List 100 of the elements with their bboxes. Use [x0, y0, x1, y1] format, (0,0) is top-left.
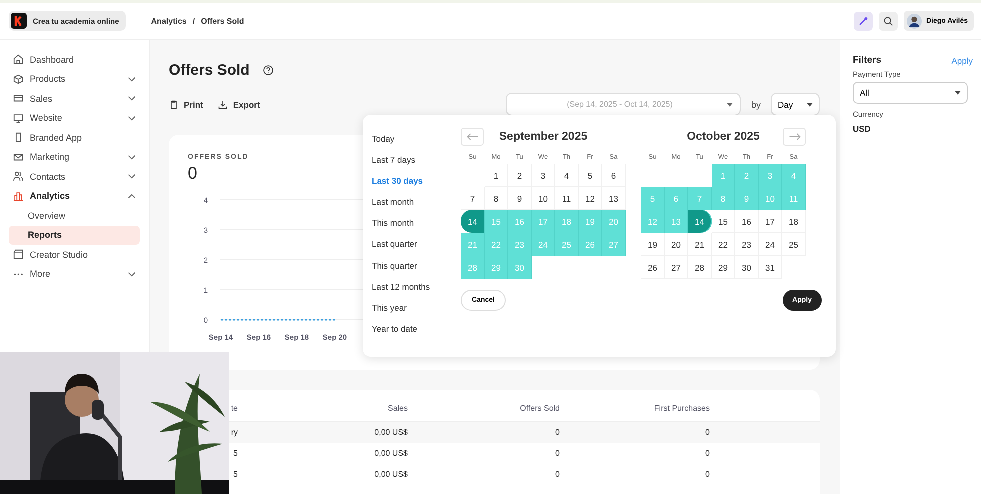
calendar-day[interactable]: 9	[508, 187, 532, 210]
calendar-day[interactable]: 11	[555, 187, 578, 210]
table-cell-text: 0	[554, 470, 560, 479]
payment-type-select[interactable]: All	[853, 82, 968, 104]
home-icon	[13, 54, 24, 66]
page-title: Offers Sold	[169, 62, 250, 78]
filters-title: Filters	[853, 55, 882, 66]
preset-option[interactable]: Last 30 days	[372, 176, 461, 198]
arrow-left-icon	[466, 133, 478, 141]
calendar-day[interactable]: 10	[532, 187, 555, 210]
sidebar-item[interactable]: Sales	[9, 89, 140, 108]
calendar-day[interactable]: 21	[688, 233, 712, 256]
calendar-day[interactable]: 31	[758, 256, 782, 279]
sidebar-item[interactable]: Analytics	[9, 186, 140, 206]
calendar-day[interactable]: 4	[555, 164, 578, 187]
chevron-down-icon	[128, 272, 136, 277]
calendar-day[interactable]: 24	[758, 233, 782, 256]
download-icon	[218, 100, 228, 110]
calendar-day[interactable]: 12	[578, 187, 602, 210]
preset-option[interactable]: This month	[372, 218, 461, 240]
preset-option[interactable]: Last 7 days	[372, 155, 461, 176]
calendar-day[interactable]: 26	[641, 256, 664, 279]
breadcrumb-link[interactable]: Analytics	[151, 16, 187, 26]
calendar-day[interactable]: 14	[688, 210, 712, 233]
calendar-day[interactable]: 8	[484, 187, 508, 210]
calendar-day[interactable]: 13	[602, 187, 626, 210]
phone-icon	[13, 132, 24, 144]
clapper-icon	[13, 249, 24, 260]
sidebar-item[interactable]: Marketing	[9, 148, 140, 167]
chevron-down-icon	[128, 116, 136, 121]
calendar-day[interactable]: 20	[664, 233, 688, 256]
calendar-day[interactable]: 2	[508, 164, 532, 187]
breadcrumb-separator: /	[192, 16, 196, 26]
table-cell-text: ry	[230, 428, 239, 437]
preset-option[interactable]: Last quarter	[372, 239, 461, 261]
preset-option[interactable]: Year to date	[372, 324, 461, 345]
table-cell-text: 0	[704, 470, 710, 479]
calendar-day[interactable]: 15	[712, 210, 735, 233]
calendar-day[interactable]: 14	[461, 210, 484, 233]
calendar-day[interactable]: 19	[641, 233, 664, 256]
card-icon	[13, 93, 24, 104]
column-header: First Purchases	[653, 404, 710, 413]
print-button[interactable]: Print	[169, 100, 204, 110]
chevron-down-icon	[128, 76, 136, 82]
calendar-day[interactable]: 27	[664, 256, 688, 279]
calendar-day[interactable]: 7	[461, 187, 484, 210]
calendar-day[interactable]: 28	[688, 256, 712, 279]
sidebar-subitem[interactable]: Reports	[9, 226, 140, 245]
calendar-day[interactable]: 29	[712, 256, 735, 279]
month-title: October 2025	[687, 131, 760, 143]
calendar-day[interactable]: 1	[484, 164, 508, 187]
caret-icon	[727, 103, 734, 107]
chevron-up-icon	[128, 194, 136, 199]
calendar-day[interactable]: 3	[532, 164, 555, 187]
arrow-right-icon	[788, 133, 800, 141]
by-label: by	[751, 100, 761, 110]
calendar-day[interactable]: 5	[578, 164, 602, 187]
month-title: September 2025	[499, 131, 588, 143]
calendar-day[interactable]: 6	[602, 164, 626, 187]
wand-icon	[858, 16, 868, 26]
calendar-day[interactable]: 18	[782, 210, 806, 233]
search-button[interactable]	[878, 12, 898, 30]
sidebar-item[interactable]: Branded App	[9, 128, 140, 148]
sidebar-item[interactable]: More	[9, 264, 140, 284]
sidebar-item[interactable]: Products	[9, 70, 140, 89]
table-cell-text: 0	[704, 449, 710, 458]
preset-option[interactable]: This year	[372, 302, 461, 324]
date-range-field[interactable]: (Sep 14, 2025 - Oct 14, 2025)	[506, 93, 742, 116]
sidebar-item[interactable]: Creator Studio	[9, 245, 140, 264]
logo-icon	[11, 13, 27, 29]
sidebar-item[interactable]: Contacts	[9, 167, 140, 186]
table-cell-text: 5	[232, 470, 239, 479]
calendar-day[interactable]: 17	[758, 210, 782, 233]
preset-option[interactable]: This quarter	[372, 260, 461, 282]
preset-option[interactable]: Last 12 months	[372, 282, 461, 303]
sidebar-subitem[interactable]: Overview	[9, 206, 140, 226]
people-icon	[13, 171, 24, 182]
table-cell-text: 0,00 US$	[374, 428, 408, 437]
magic-wand-button[interactable]	[854, 12, 872, 30]
calendar-day[interactable]: 30	[735, 256, 758, 279]
search-icon	[882, 16, 894, 26]
calendar-day[interactable]: 23	[735, 233, 758, 256]
interval-select[interactable]: Day	[771, 93, 820, 116]
calendar-day[interactable]: 25	[782, 233, 806, 256]
sidebar-item[interactable]: Website	[9, 108, 140, 128]
monitor-icon	[13, 112, 24, 124]
sidebar-item[interactable]: Dashboard	[9, 50, 140, 70]
calendar-day[interactable]: 22	[712, 233, 735, 256]
help-icon[interactable]	[262, 64, 274, 76]
preset-option[interactable]: Last month	[372, 197, 461, 218]
preset-option[interactable]: Today	[372, 134, 461, 156]
caret-icon	[807, 102, 813, 106]
calendar-day[interactable]: 16	[735, 210, 758, 233]
mail-icon	[13, 152, 24, 163]
table-cell-text: 0,00 US$	[374, 449, 408, 458]
export-button[interactable]: Export	[218, 100, 260, 110]
table-cell-text: 0	[704, 428, 710, 437]
bar-chart-icon	[13, 190, 24, 202]
box-icon	[13, 74, 24, 85]
table-cell-text: 0,00 US$	[374, 470, 408, 479]
